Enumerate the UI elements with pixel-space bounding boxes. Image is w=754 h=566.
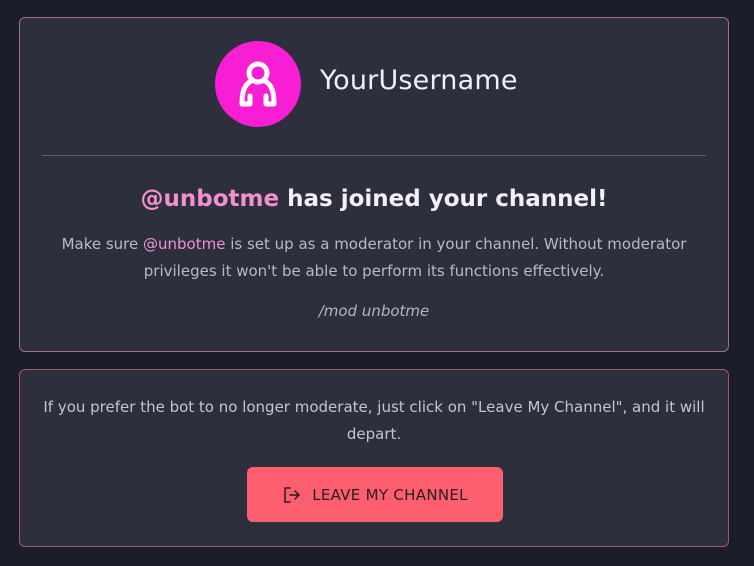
moderator-instructions: Make sure @unbotme is set up as a modera…	[50, 231, 698, 285]
desc-bot-mention: @unbotme	[143, 235, 226, 253]
desc-prefix: Make sure	[61, 235, 144, 253]
desc-suffix: is set up as a moderator in your channel…	[143, 235, 687, 280]
leave-channel-button[interactable]: LEAVE MY CHANNEL	[247, 467, 503, 522]
leave-channel-card: If you prefer the bot to no longer moder…	[19, 369, 729, 547]
joined-headline: @unbotme has joined your channel!	[20, 186, 728, 212]
divider	[42, 155, 706, 156]
bot-joined-card: YourUsername @unbotme has joined your ch…	[19, 17, 729, 352]
joined-headline-text: has joined your channel!	[279, 186, 608, 212]
username: YourUsername	[320, 65, 518, 96]
sign-out-icon	[284, 486, 300, 503]
bot-mention: @unbotme	[140, 186, 280, 212]
user-icon	[239, 61, 277, 107]
leave-channel-button-label: LEAVE MY CHANNEL	[312, 485, 468, 504]
avatar	[215, 41, 301, 127]
leave-instructions: If you prefer the bot to no longer moder…	[43, 398, 705, 443]
mod-command: /mod unbotme	[318, 302, 430, 320]
